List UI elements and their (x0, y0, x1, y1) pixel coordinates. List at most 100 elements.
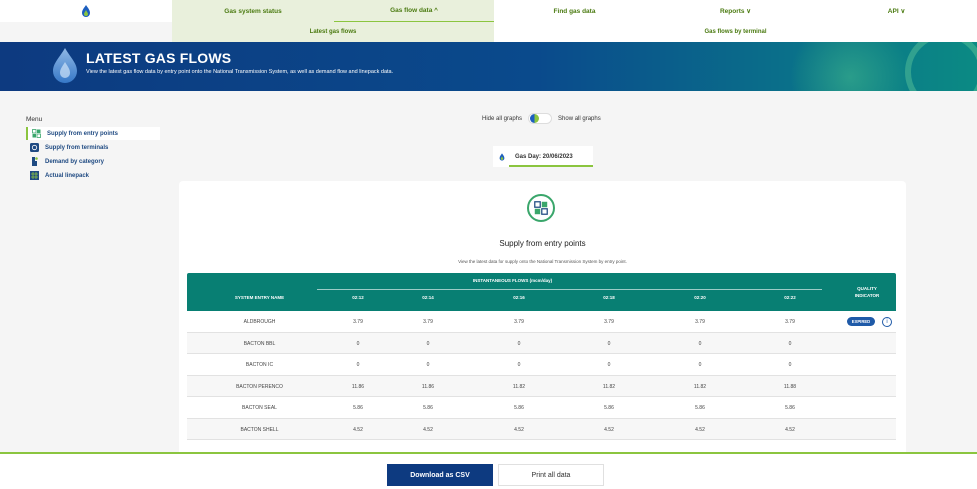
flow-value: 0 (517, 340, 521, 347)
page-banner: LATEST GAS FLOWS View the latest gas flo… (0, 42, 977, 91)
card-description: View the latest data for supply onto the… (458, 259, 627, 264)
table-row: BACTON IC 0 0 0 0 0 0 (187, 354, 896, 376)
banner-decoration (790, 42, 910, 91)
nav-find-gas-data[interactable]: Find gas data (494, 0, 655, 22)
flame-logo-icon (82, 5, 90, 17)
flow-value: 0 (698, 340, 702, 347)
flow-value: 0 (607, 362, 611, 368)
menu-title: Menu (26, 116, 43, 123)
flow-value: 0 (426, 340, 430, 347)
terminal-icon (30, 143, 39, 152)
expired-badge: EXPIRED (847, 317, 875, 326)
flow-value: 5.86 (785, 405, 795, 411)
page-title: LATEST GAS FLOWS (86, 50, 232, 66)
flow-value: 11.82 (602, 383, 616, 390)
menu-item-label: Actual linepack (45, 172, 90, 179)
menu-item-label: Supply from terminals (45, 144, 109, 151)
flow-value: 4.52 (785, 426, 795, 433)
nav-gas-system-status[interactable]: Gas system status (172, 0, 334, 22)
pipes-icon (30, 171, 39, 180)
col-header-time: 02:20 (694, 295, 706, 300)
flow-value: 3.79 (604, 319, 614, 325)
menu-item-actual-linepack[interactable]: Actual linepack (26, 169, 160, 182)
col-header-quality: QUALITY INDICATOR (854, 286, 880, 298)
table-row: ALDBROUGH 3.79 3.79 3.79 3.79 3.79 3.79 … (187, 311, 896, 333)
supply-entry-points-icon (527, 194, 555, 222)
entry-name: BACTON SEAL (242, 405, 277, 411)
print-all-button[interactable]: Print all data (498, 464, 604, 486)
nav-gas-flow-data[interactable]: Gas flow data ^ (334, 0, 494, 22)
flow-value: 0 (698, 362, 702, 368)
hide-graphs-label: Hide all graphs (482, 115, 523, 122)
entry-name: BACTON SHELL (240, 426, 279, 433)
flow-value: 3.79 (353, 319, 363, 325)
entry-name: BACTON BBL (243, 340, 276, 347)
flow-value: 4.52 (514, 426, 524, 433)
flow-value: 3.79 (514, 319, 524, 325)
flame-icon (53, 48, 77, 83)
gas-day-label: Gas Day: 20/06/2023 (515, 153, 573, 160)
flow-value: 4.52 (695, 426, 705, 433)
flow-value: 3.79 (785, 319, 795, 325)
flow-value: 11.86 (421, 383, 435, 390)
banner-decoration-ring (905, 42, 977, 91)
gas-day-underline (509, 165, 593, 167)
menu-item-label: Supply from entry points (47, 130, 119, 137)
graphs-toggle[interactable] (528, 113, 553, 124)
menu-item-demand-category[interactable]: Demand by category (26, 155, 160, 168)
page-subtitle: View the latest gas flow data by entry p… (86, 69, 394, 75)
menu-item-label: Demand by category (45, 158, 105, 165)
flow-value: 5.86 (423, 405, 433, 411)
col-header-time: 02:18 (603, 295, 615, 300)
col-header-time: 02:14 (422, 295, 434, 300)
entry-name: BACTON IC (245, 362, 274, 368)
info-icon[interactable]: i (882, 316, 892, 327)
table-row: BACTON SEAL 5.86 5.86 5.86 5.86 5.86 5.8… (187, 397, 896, 419)
flow-value: 0 (517, 362, 521, 368)
flow-value: 11.82 (512, 383, 526, 390)
supply-card: Supply from entry points View the latest… (179, 181, 906, 461)
flow-value: 5.86 (514, 405, 524, 411)
supply-table: INSTANTANEOUS FLOWS (mcm/day) SYSTEM ENT… (187, 273, 896, 440)
graph-toggle-row: Hide all graphs Show all graphs (482, 113, 601, 124)
table-row: BACTON PERENCO 11.86 11.86 11.82 11.82 1… (187, 375, 896, 397)
flow-value: 0 (356, 340, 360, 347)
action-footer: Download as CSV Print all data (0, 452, 977, 489)
flow-value: 5.86 (353, 405, 363, 411)
subnav-latest-gas-flows[interactable]: Latest gas flows (172, 22, 494, 42)
menu-item-supply-terminals[interactable]: Supply from terminals (26, 141, 160, 154)
gas-day-tab[interactable]: Gas Day: 20/06/2023 (493, 146, 593, 167)
flow-value: 0 (788, 362, 792, 368)
flow-value: 0 (788, 340, 792, 347)
logo[interactable] (0, 0, 172, 22)
flow-value: 0 (356, 362, 360, 368)
flow-value: 3.79 (423, 319, 433, 325)
menu-item-supply-entry-points[interactable]: Supply from entry points (26, 127, 160, 140)
flow-value: 11.88 (783, 383, 797, 390)
toggle-knob (530, 114, 540, 123)
top-navigation: Gas system status Gas flow data ^ Find g… (0, 0, 977, 22)
card-title: Supply from entry points (499, 239, 586, 248)
flow-value: 4.52 (423, 426, 433, 433)
grid-icon (32, 129, 41, 138)
flow-value: 5.86 (695, 405, 705, 411)
table-row: BACTON BBL 0 0 0 0 0 0 (187, 332, 896, 354)
entry-name: ALDBROUGH (243, 319, 276, 325)
sub-navigation: Latest gas flows Gas flows by terminal (172, 22, 977, 42)
flow-value: 3.79 (695, 319, 705, 325)
col-header-time: 02:12 (352, 295, 364, 300)
nav-api[interactable]: API ∨ (816, 0, 977, 22)
flow-value: 0 (607, 340, 611, 347)
side-menu: Supply from entry points Supply from ter… (26, 127, 160, 183)
flows-group-header: INSTANTANEOUS FLOWS (mcm/day) (472, 278, 553, 283)
subnav-gas-flows-by-terminal[interactable]: Gas flows by terminal (494, 22, 977, 42)
header-divider (317, 289, 822, 290)
flow-value: 0 (426, 362, 430, 368)
flow-value: 4.52 (353, 426, 363, 433)
col-header-entry-name: SYSTEM ENTRY NAME (234, 295, 285, 300)
entry-name: BACTON PERENCO (236, 383, 283, 390)
show-graphs-label: Show all graphs (558, 115, 601, 122)
nav-reports[interactable]: Reports ∨ (655, 0, 816, 22)
table-header: INSTANTANEOUS FLOWS (mcm/day) SYSTEM ENT… (187, 273, 896, 311)
download-csv-button[interactable]: Download as CSV (387, 464, 493, 486)
